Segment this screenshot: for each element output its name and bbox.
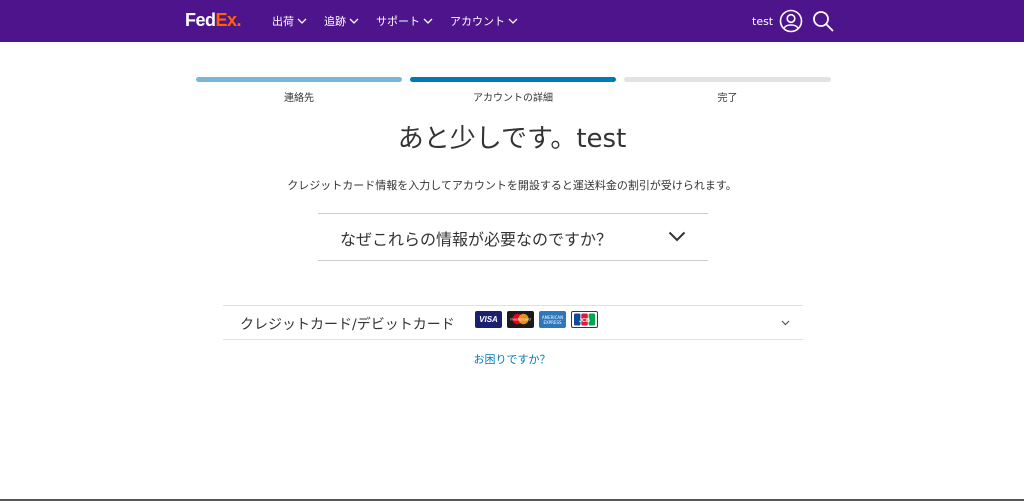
card-payment-accordion[interactable]: クレジットカード/デビットカード VISA mastercard AMERICA… xyxy=(223,305,803,340)
logo-fed: Fed xyxy=(185,10,216,30)
user-avatar-icon xyxy=(779,9,803,33)
progress-bar-step1 xyxy=(196,77,402,82)
step-label-account-details: アカウントの詳細 xyxy=(473,93,553,104)
user-name: test xyxy=(752,14,774,28)
top-header: FedEx. 出荷 追跡 サポート アカウント test xyxy=(0,0,1024,42)
chevron-down-icon xyxy=(349,18,359,24)
chevron-down-icon xyxy=(781,320,790,326)
visa-logo-icon: VISA xyxy=(475,311,502,328)
search-icon xyxy=(813,11,834,32)
nav-account[interactable]: アカウント xyxy=(450,13,518,29)
mastercard-logo-icon: mastercard xyxy=(507,311,534,328)
mastercard-text: mastercard xyxy=(510,318,530,322)
step-label-complete: 完了 xyxy=(717,93,738,104)
main-nav: 出荷 追跡 サポート アカウント xyxy=(272,0,535,42)
step-label-contact: 連絡先 xyxy=(284,93,314,104)
chevron-down-icon xyxy=(297,18,307,24)
card-payment-label: クレジットカード/デビットカード xyxy=(240,317,455,333)
chevron-down-icon xyxy=(508,18,518,24)
nav-support-label: サポート xyxy=(376,15,420,28)
progress-bar-step3 xyxy=(624,77,831,82)
fedex-logo[interactable]: FedEx. xyxy=(185,10,242,31)
search-button[interactable] xyxy=(811,9,835,37)
help-link[interactable]: お困りですか？ xyxy=(0,351,1024,367)
chevron-down-icon xyxy=(423,18,433,24)
nav-support[interactable]: サポート xyxy=(376,13,433,29)
chevron-down-icon xyxy=(668,231,686,242)
nav-track-label: 追跡 xyxy=(324,15,346,28)
page-subtitle: クレジットカード情報を入力してアカウントを開設すると運送料金の割引が受けられます… xyxy=(287,179,737,192)
logo-ex: Ex. xyxy=(215,10,242,30)
nav-ship-label: 出荷 xyxy=(272,15,294,28)
user-menu[interactable]: test xyxy=(752,0,803,42)
amex-logo-icon: AMERICAN EXPRESS xyxy=(539,311,566,328)
nav-track[interactable]: 追跡 xyxy=(324,13,359,29)
page-title: あと少しです。test xyxy=(397,124,627,154)
jcb-logo-icon: JCB xyxy=(571,311,598,328)
card-logos: VISA mastercard AMERICAN EXPRESS JCB xyxy=(475,311,603,328)
why-info-label: なぜこれらの情報が必要なのですか？ xyxy=(340,230,613,249)
why-info-accordion[interactable]: なぜこれらの情報が必要なのですか？ xyxy=(318,213,708,261)
jcb-text: JCB xyxy=(579,318,590,324)
progress-bar-step2 xyxy=(410,77,616,82)
nav-account-label: アカウント xyxy=(450,15,505,28)
nav-ship[interactable]: 出荷 xyxy=(272,13,307,29)
